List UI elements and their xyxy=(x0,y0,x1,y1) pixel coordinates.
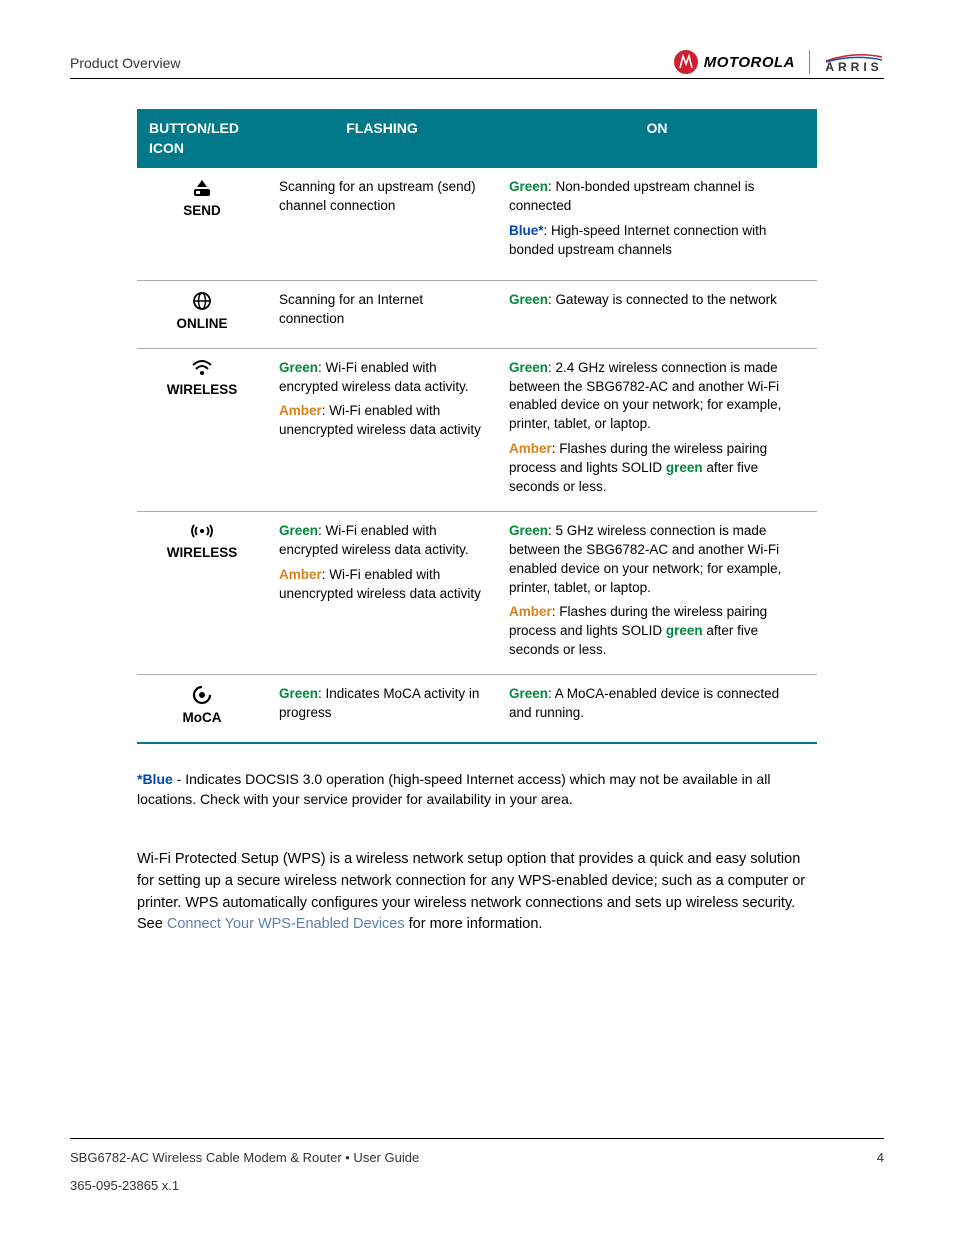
wps-link[interactable]: Connect Your WPS-Enabled Devices xyxy=(167,916,405,932)
icon-label: ONLINE xyxy=(176,316,227,331)
arris-swoosh-icon xyxy=(824,51,884,61)
icon-label: WIRELESS xyxy=(167,382,238,397)
table-row: ONLINE Scanning for an Internet connecti… xyxy=(137,280,817,348)
icon-label: SEND xyxy=(183,203,221,218)
table-row: WIRELESS Green: Wi-Fi enabled with encry… xyxy=(137,511,817,674)
table-row: MoCA Green: Indicates MoCA activity in p… xyxy=(137,675,817,743)
flashing-cell: Green: Wi-Fi enabled with encrypted wire… xyxy=(267,511,497,674)
arris-logo: ARRIS xyxy=(824,51,884,73)
flashing-cell: Scanning for an Internet connection xyxy=(267,280,497,348)
flashing-cell: Scanning for an upstream (send) channel … xyxy=(267,168,497,280)
page-footer: SBG6782-AC Wireless Cable Modem & Router… xyxy=(70,1138,884,1195)
table-header-flashing: FLASHING xyxy=(267,109,497,168)
led-status-table: BUTTON/LED ICON FLASHING ON SEND Scannin… xyxy=(137,109,817,744)
send-icon xyxy=(149,178,255,202)
footer-page-number: 4 xyxy=(877,1149,884,1167)
brand-divider xyxy=(809,50,810,74)
icon-label: MoCA xyxy=(183,710,222,725)
table-header-icon: BUTTON/LED ICON xyxy=(137,109,267,168)
footer-doc-number: 365-095-23865 x.1 xyxy=(70,1177,884,1195)
table-header-on: ON xyxy=(497,109,817,168)
on-cell: Green: 5 GHz wireless connection is made… xyxy=(497,511,817,674)
icon-label: WIRELESS xyxy=(167,545,238,560)
on-cell: Green: A MoCA-enabled device is connecte… xyxy=(497,675,817,743)
on-cell: Green: Gateway is connected to the netwo… xyxy=(497,280,817,348)
online-icon xyxy=(149,291,255,315)
table-row: SEND Scanning for an upstream (send) cha… xyxy=(137,168,817,280)
motorola-logo-icon xyxy=(674,50,698,74)
flashing-cell: Green: Wi-Fi enabled with encrypted wire… xyxy=(267,348,497,511)
footer-doc-title: SBG6782-AC Wireless Cable Modem & Router… xyxy=(70,1149,419,1167)
flashing-cell: Green: Indicates MoCA activity in progre… xyxy=(267,675,497,743)
section-title: Product Overview xyxy=(70,54,180,74)
wireless-broadcast-icon xyxy=(149,522,255,544)
moca-icon xyxy=(149,685,255,709)
on-cell: Green: 2.4 GHz wireless connection is ma… xyxy=(497,348,817,511)
table-row: WIRELESS Green: Wi-Fi enabled with encry… xyxy=(137,348,817,511)
on-cell: Green: Non-bonded upstream channel is co… xyxy=(497,168,817,280)
brand-logos: MOTOROLA ARRIS xyxy=(674,50,884,74)
wps-paragraph: Wi-Fi Protected Setup (WPS) is a wireles… xyxy=(137,849,817,936)
wifi-icon xyxy=(149,359,255,381)
motorola-wordmark: MOTOROLA xyxy=(704,52,795,73)
page-header: Product Overview MOTOROLA ARRIS xyxy=(70,50,884,79)
blue-footnote: *Blue - Indicates DOCSIS 3.0 operation (… xyxy=(137,770,817,809)
